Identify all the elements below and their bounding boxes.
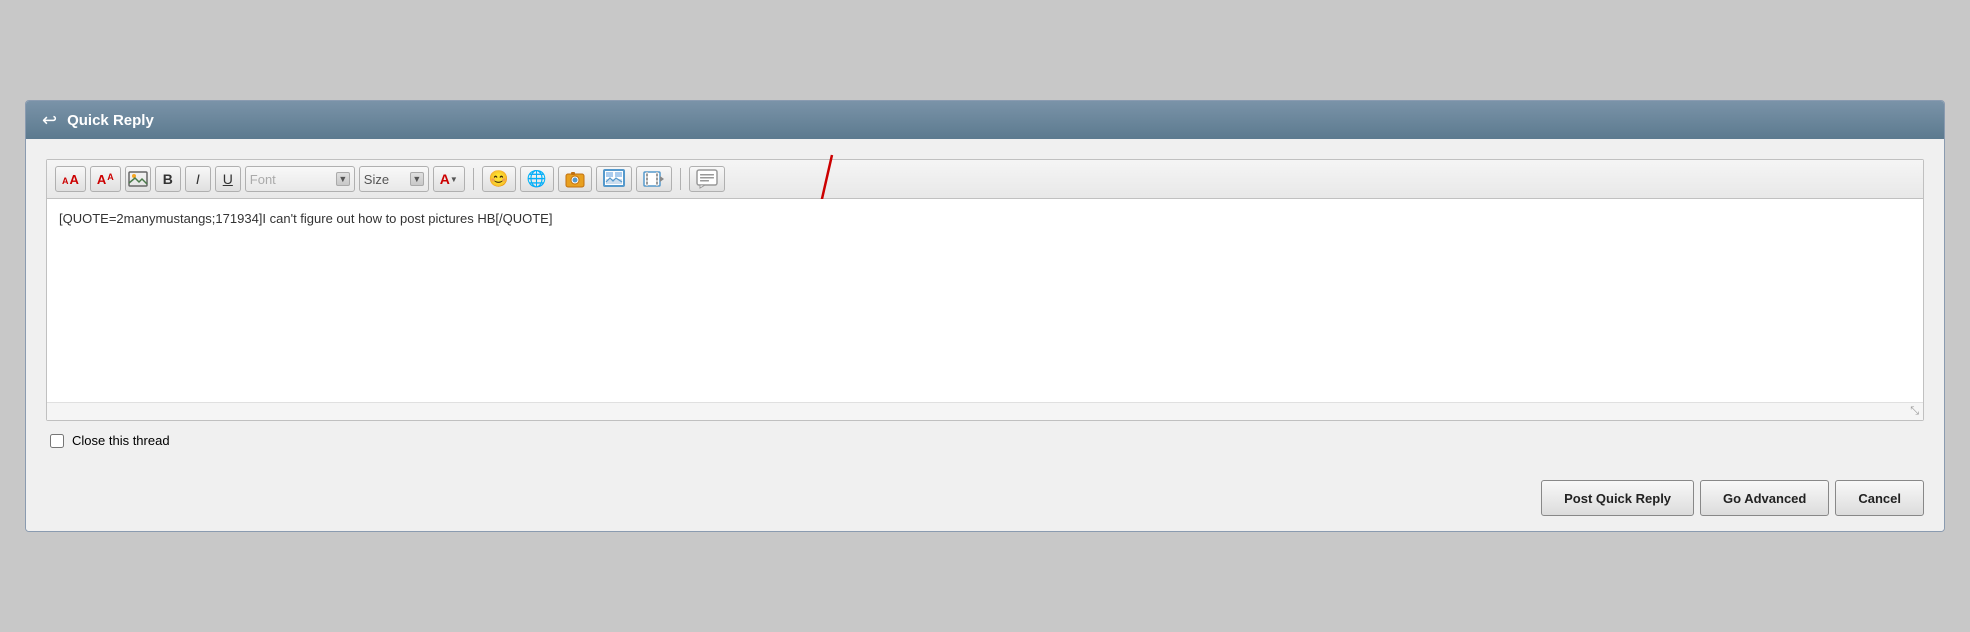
color-dropdown-arrow: ▼ <box>450 175 458 184</box>
italic-icon: I <box>196 171 200 187</box>
camera-icon <box>565 169 585 189</box>
separator-1 <box>473 168 474 190</box>
editor-textarea[interactable]: [QUOTE=2manymustangs;171934]I can't figu… <box>47 199 1923 399</box>
post-quick-reply-button[interactable]: Post Quick Reply <box>1541 480 1694 516</box>
font-dropdown-arrow: ▼ <box>336 172 350 186</box>
size-label: Size <box>364 172 406 187</box>
bold-button[interactable]: B <box>155 166 181 192</box>
color-button[interactable]: A ▼ <box>433 166 465 192</box>
smiley-icon: 😊 <box>489 169 509 189</box>
video-icon <box>643 168 665 190</box>
close-thread-row: Close this thread <box>46 421 1924 460</box>
decrease-font-button[interactable]: A A <box>55 166 86 192</box>
editor-container: A A A A <box>46 159 1924 421</box>
quote-icon <box>696 168 718 190</box>
panel-title: Quick Reply <box>67 112 154 129</box>
font-select[interactable]: Font ▼ <box>245 166 355 192</box>
resize-icon: ⤡ <box>1910 405 1919 417</box>
italic-button[interactable]: I <box>185 166 211 192</box>
text-area-wrapper: [QUOTE=2manymustangs;171934]I can't figu… <box>47 199 1923 402</box>
bold-icon: B <box>163 171 173 187</box>
go-advanced-button[interactable]: Go Advanced <box>1700 480 1829 516</box>
picture-icon <box>603 168 625 190</box>
cancel-button[interactable]: Cancel <box>1835 480 1924 516</box>
insert-picture-button[interactable] <box>596 166 632 192</box>
size-dropdown-arrow: ▼ <box>410 172 424 186</box>
quote-button[interactable] <box>689 166 725 192</box>
globe-icon: 🌐 <box>527 169 547 189</box>
color-icon: A <box>440 171 450 187</box>
underline-icon: U <box>223 171 233 187</box>
back-icon: ↩ <box>42 111 57 129</box>
smiley-button[interactable]: 😊 <box>482 166 516 192</box>
close-thread-label: Close this thread <box>72 433 170 448</box>
quick-reply-panel: ↩ Quick Reply A A A <box>25 100 1945 532</box>
link-button[interactable]: 🌐 <box>520 166 554 192</box>
resize-handle[interactable]: ⤡ <box>47 402 1923 420</box>
camera-button[interactable] <box>558 166 592 192</box>
close-thread-checkbox[interactable] <box>50 434 64 448</box>
image-icon <box>128 169 148 189</box>
panel-body: A A A A <box>26 139 1944 470</box>
toolbar: A A A A <box>47 160 1923 199</box>
video-button[interactable] <box>636 166 672 192</box>
insert-image-button[interactable] <box>125 166 151 192</box>
panel-header: ↩ Quick Reply <box>26 101 1944 139</box>
size-select[interactable]: Size ▼ <box>359 166 429 192</box>
button-row: Post Quick Reply Go Advanced Cancel <box>26 470 1944 531</box>
font-label: Font <box>250 172 332 187</box>
increase-font-button[interactable]: A A <box>90 166 121 192</box>
underline-button[interactable]: U <box>215 166 241 192</box>
separator-2 <box>680 168 681 190</box>
